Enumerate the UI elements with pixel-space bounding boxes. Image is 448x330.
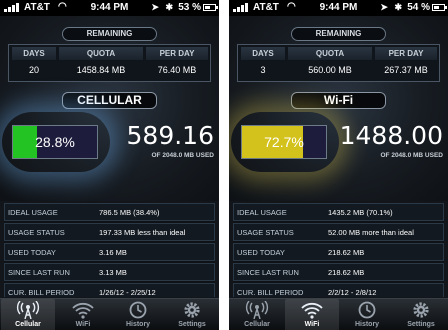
- stats-list: IDEAL USAGE 786.5 MB (38.4%) USAGE STATU…: [4, 203, 215, 297]
- stat-row-usage-status: USAGE STATUS 197.33 MB less than ideal: [4, 223, 215, 241]
- status-bar: AT&T ◠ 9:44 PM ➤ ✱ 54 %: [229, 0, 448, 16]
- tab-wifi[interactable]: WiFi: [56, 299, 110, 330]
- remaining-title: REMAINING: [62, 27, 157, 41]
- location-bluetooth-icons: ➤ ✱: [380, 2, 404, 12]
- mode-title: CELLULAR: [62, 92, 157, 109]
- tab-cellular[interactable]: Cellular: [230, 299, 284, 330]
- tab-history[interactable]: History: [340, 299, 394, 330]
- perday-value: 76.40 MB: [157, 65, 197, 75]
- days-header: DAYS: [12, 47, 56, 60]
- tab-settings[interactable]: Settings: [165, 299, 219, 330]
- usage-gauge: 72.7%: [241, 125, 327, 159]
- tab-cellular[interactable]: Cellular: [1, 299, 55, 330]
- cellular-icon: [245, 301, 269, 319]
- wifi-icon: [301, 302, 323, 319]
- wifi-icon: [72, 302, 94, 319]
- used-amount: 589.16: [126, 121, 214, 150]
- days-value: 20: [28, 65, 39, 75]
- days-value: 3: [260, 65, 266, 75]
- phone-screen-wifi: AT&T ◠ 9:44 PM ➤ ✱ 54 % REMAINING DAYS 3…: [229, 0, 448, 330]
- used-caption: OF 2048.0 MB USED: [380, 152, 444, 159]
- cellular-icon: [16, 301, 40, 319]
- remaining-title: REMAINING: [291, 27, 386, 41]
- location-bluetooth-icons: ➤ ✱: [151, 2, 175, 12]
- stat-row-used-today: USED TODAY 3.16 MB: [4, 243, 215, 261]
- settings-gear-icon: [184, 302, 200, 318]
- remaining-panel: DAYS 20 QUOTA 1458.84 MB PER DAY 76.40 M…: [8, 44, 211, 82]
- stats-list: IDEAL USAGE 1435.2 MB (70.1%) USAGE STAT…: [233, 203, 444, 297]
- phone-screen-cellular: AT&T ◠ 9:44 PM ➤ ✱ 53 % REMAINING DAYS 2…: [0, 0, 219, 330]
- stat-row-bill-period: CUR. BILL PERIOD 1/26/12 - 2/25/12: [4, 283, 215, 297]
- usage-percent: 28.8%: [35, 134, 75, 150]
- usage-gauge: 28.8%: [12, 125, 98, 159]
- usage-percent: 72.7%: [264, 134, 304, 150]
- stat-row-ideal-usage: IDEAL USAGE 786.5 MB (38.4%): [4, 203, 215, 221]
- tab-bar: Cellular WiFi History Settings: [0, 298, 219, 330]
- quota-value: 1458.84 MB: [76, 65, 126, 75]
- stat-row-bill-period: CUR. BILL PERIOD 2/2/12 - 2/8/12: [233, 283, 444, 297]
- tab-settings[interactable]: Settings: [394, 299, 448, 330]
- quota-header: QUOTA: [59, 47, 143, 60]
- battery-icon: [432, 4, 447, 11]
- tab-history[interactable]: History: [111, 299, 165, 330]
- perday-header: PER DAY: [375, 47, 437, 60]
- mode-title: Wi-Fi: [291, 92, 386, 109]
- history-clock-icon: [358, 301, 376, 319]
- quota-header: QUOTA: [288, 47, 372, 60]
- battery-icon: [203, 4, 218, 11]
- stat-row-ideal-usage: IDEAL USAGE 1435.2 MB (70.1%): [233, 203, 444, 221]
- stat-row-since-last-run: SINCE LAST RUN 218.62 MB: [233, 263, 444, 281]
- days-header: DAYS: [241, 47, 285, 60]
- remaining-panel: DAYS 3 QUOTA 560.00 MB PER DAY 267.37 MB: [237, 44, 440, 82]
- tab-bar: Cellular WiFi History Settings: [229, 298, 448, 330]
- perday-header: PER DAY: [146, 47, 208, 60]
- used-amount: 1488.00: [339, 121, 443, 150]
- history-clock-icon: [129, 301, 147, 319]
- battery-percent: 53 %: [178, 2, 201, 13]
- stat-row-since-last-run: SINCE LAST RUN 3.13 MB: [4, 263, 215, 281]
- stat-row-usage-status: USAGE STATUS 52.00 MB more than ideal: [233, 223, 444, 241]
- used-caption: OF 2048.0 MB USED: [151, 152, 215, 159]
- perday-value: 267.37 MB: [384, 65, 428, 75]
- stat-row-used-today: USED TODAY 218.62 MB: [233, 243, 444, 261]
- quota-value: 560.00 MB: [308, 65, 352, 75]
- status-bar: AT&T ◠ 9:44 PM ➤ ✱ 53 %: [0, 0, 219, 16]
- tab-wifi[interactable]: WiFi: [285, 299, 339, 330]
- battery-percent: 54 %: [407, 2, 430, 13]
- settings-gear-icon: [413, 302, 429, 318]
